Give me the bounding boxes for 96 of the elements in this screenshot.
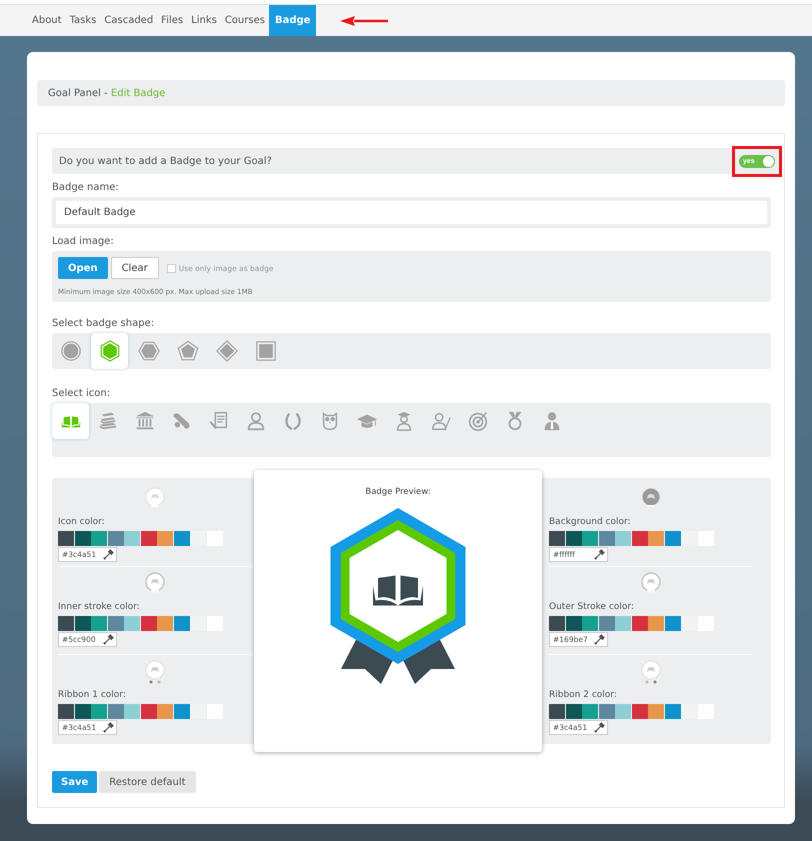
color-swatch[interactable]: [566, 531, 582, 546]
color-swatch[interactable]: [681, 531, 697, 546]
field-label: Select badge shape:: [52, 318, 156, 329]
badge-thumbnail-icon: [640, 487, 660, 511]
color-swatch[interactable]: [582, 531, 598, 546]
color-label: Background color:: [549, 517, 632, 527]
color-label: Outer Stroke color:: [549, 602, 635, 612]
preview-title: Badge Preview:: [365, 487, 431, 497]
annotation-arrow: [340, 16, 390, 26]
circle-shape-icon: [60, 340, 82, 362]
color-swatch[interactable]: [190, 704, 206, 719]
color-swatch[interactable]: [124, 704, 140, 719]
color-swatch[interactable]: [140, 616, 156, 631]
color-swatch[interactable]: [632, 616, 648, 631]
color-swatch[interactable]: [664, 531, 680, 546]
shape-option[interactable]: [91, 333, 128, 369]
color-label: Icon color:: [58, 517, 106, 527]
badge-thumbnail-icon: [640, 660, 660, 684]
color-swatch[interactable]: [681, 616, 697, 631]
color-swatch[interactable]: [58, 616, 74, 631]
color-swatch[interactable]: [681, 704, 697, 719]
certificate-icon: [208, 410, 230, 432]
badge-thumbnail-icon: [640, 572, 660, 596]
color-swatch[interactable]: [648, 531, 664, 546]
color-swatch[interactable]: [124, 616, 140, 631]
hexagon-shape-icon: [98, 340, 120, 362]
nav-tab[interactable]: Tasks: [66, 5, 100, 36]
color-swatch[interactable]: [648, 616, 664, 631]
color-swatch[interactable]: [615, 704, 631, 719]
field-label: Select icon:: [52, 388, 112, 399]
color-label: Inner stroke color:: [58, 602, 141, 612]
clear-button[interactable]: Clear: [110, 257, 159, 279]
color-swatch[interactable]: [549, 531, 565, 546]
nav-tab[interactable]: Courses: [220, 5, 269, 36]
color-swatch[interactable]: [140, 531, 156, 546]
color-swatch[interactable]: [648, 704, 664, 719]
color-swatch[interactable]: [174, 616, 190, 631]
color-swatch[interactable]: [582, 704, 598, 719]
target-icon: [466, 410, 488, 432]
color-swatch[interactable]: [174, 531, 190, 546]
badge-thumbnail-icon: [145, 487, 165, 511]
color-swatch[interactable]: [108, 704, 124, 719]
color-swatch[interactable]: [74, 531, 90, 546]
restore-default-button[interactable]: Restore default: [99, 771, 196, 793]
color-swatch[interactable]: [157, 704, 173, 719]
badge-name-field[interactable]: Default Badge: [55, 200, 768, 225]
breadcrumb-title: Goal Panel -: [48, 88, 109, 98]
color-swatch[interactable]: [124, 531, 140, 546]
color-swatch[interactable]: [91, 616, 107, 631]
nav-tab[interactable]: Links: [187, 5, 221, 36]
color-swatch[interactable]: [566, 616, 582, 631]
checkbox[interactable]: [166, 264, 176, 272]
color-swatch[interactable]: [108, 616, 124, 631]
color-swatch[interactable]: [74, 704, 90, 719]
badge-question: Do you want to add a Badge to your Goal?: [59, 156, 272, 166]
color-swatch[interactable]: [632, 531, 648, 546]
color-swatch[interactable]: [74, 616, 90, 631]
color-label: Ribbon 2 color:: [549, 690, 618, 700]
color-swatch[interactable]: [549, 704, 565, 719]
color-swatch[interactable]: [174, 704, 190, 719]
hexagon-flat-shape-icon: [138, 340, 160, 362]
teacher-icon: [430, 410, 452, 432]
color-swatch[interactable]: [58, 531, 74, 546]
icon-option[interactable]: [52, 403, 89, 439]
color-swatch[interactable]: [598, 704, 614, 719]
color-swatch[interactable]: [615, 531, 631, 546]
nav-tab[interactable]: Files: [157, 5, 188, 36]
color-swatch[interactable]: [615, 616, 631, 631]
badge-thumbnail-icon: [145, 660, 165, 684]
color-swatch[interactable]: [582, 616, 598, 631]
color-swatch[interactable]: [598, 616, 614, 631]
field-label: Load image:: [52, 236, 115, 247]
color-swatch[interactable]: [549, 616, 565, 631]
color-swatch[interactable]: [190, 616, 206, 631]
color-swatch[interactable]: [157, 616, 173, 631]
field-label: Badge name:: [52, 182, 120, 193]
square-shape-icon: [254, 340, 276, 362]
color-swatch[interactable]: [91, 704, 107, 719]
bank-icon: [134, 410, 156, 432]
color-swatch[interactable]: [632, 704, 648, 719]
color-swatch[interactable]: [108, 531, 124, 546]
color-swatch[interactable]: [664, 704, 680, 719]
color-swatch[interactable]: [91, 531, 107, 546]
color-swatch[interactable]: [566, 704, 582, 719]
color-swatch[interactable]: [190, 531, 206, 546]
color-label: Ribbon 1 color:: [58, 690, 127, 700]
diamond-shape-icon: [216, 340, 238, 362]
badge-thumbnail-icon: [145, 572, 165, 596]
nav-tab[interactable]: About: [28, 5, 66, 36]
color-swatch[interactable]: [598, 531, 614, 546]
nav-tab[interactable]: Cascaded: [100, 5, 158, 36]
color-swatch[interactable]: [664, 616, 680, 631]
color-swatch[interactable]: [140, 704, 156, 719]
color-swatch[interactable]: [157, 531, 173, 546]
color-swatch[interactable]: [58, 704, 74, 719]
pentagon-shape-icon: [176, 340, 198, 362]
